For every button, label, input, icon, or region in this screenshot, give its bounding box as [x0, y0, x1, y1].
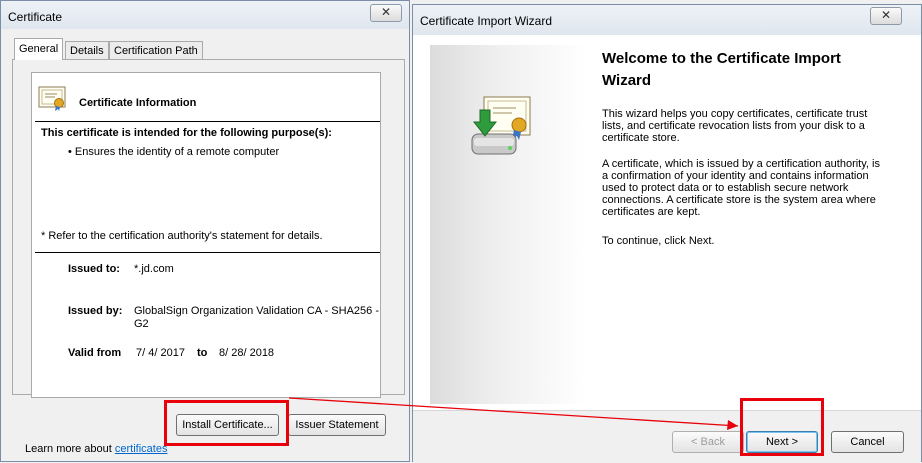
annotation-arrow: [288, 397, 739, 430]
tab-general[interactable]: General: [14, 38, 64, 60]
